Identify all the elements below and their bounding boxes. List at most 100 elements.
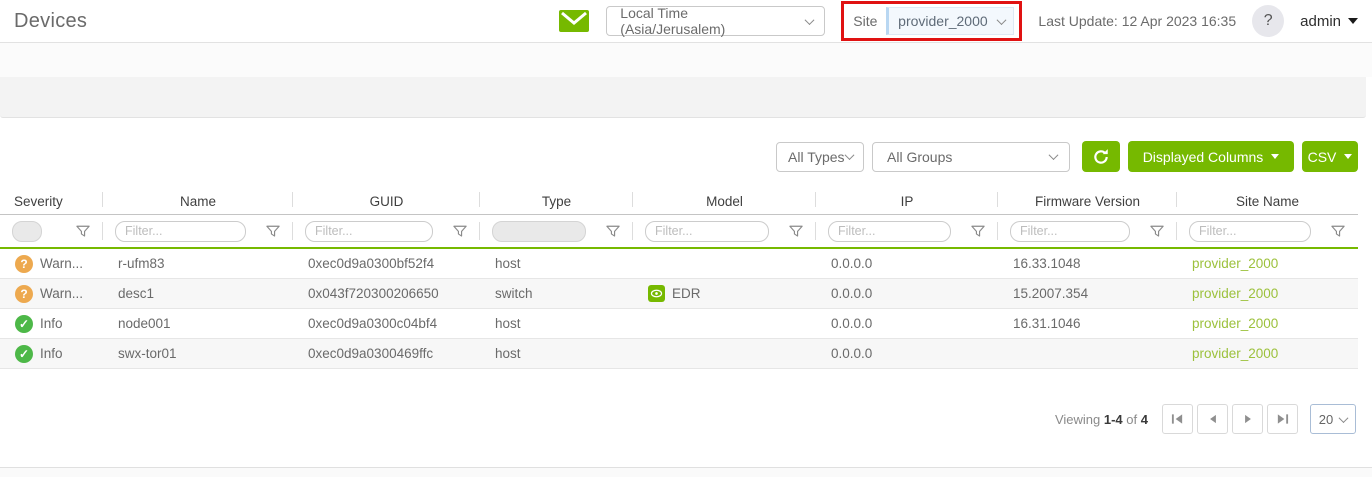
table-row[interactable]: ✓ Info swx-tor01 0xec0d9a0300469ffc host…	[0, 339, 1358, 369]
table-row[interactable]: ✓ Info node001 0xec0d9a0300c04bf4 host 0…	[0, 309, 1358, 339]
severity-icon: ✓	[15, 315, 33, 333]
displayed-columns-label: Displayed Columns	[1143, 149, 1264, 165]
viewing-prefix: Viewing	[1055, 412, 1100, 427]
filter-cell-ip	[816, 215, 998, 247]
cell-site-name[interactable]: provider_2000	[1177, 346, 1358, 361]
ip-filter-input[interactable]	[828, 221, 951, 242]
chevron-down-icon	[1049, 150, 1059, 160]
filter-cell-site	[1177, 215, 1358, 247]
types-filter-select[interactable]: All Types	[776, 142, 864, 172]
user-menu[interactable]: admin	[1300, 13, 1358, 30]
page-background-strip	[0, 43, 1372, 77]
timezone-select-value: Local Time (Asia/Jerusalem)	[620, 5, 794, 37]
cell-severity: ? Warn...	[0, 285, 103, 303]
prev-page-button[interactable]	[1197, 404, 1228, 434]
cell-site-name[interactable]: provider_2000	[1177, 256, 1358, 271]
site-highlight-box: Site provider_2000	[841, 1, 1022, 41]
last-update-text: Last Update: 12 Apr 2023 16:35	[1038, 13, 1236, 29]
chevron-down-icon	[805, 15, 815, 25]
next-page-button[interactable]	[1232, 404, 1263, 434]
filter-cell-firmware	[998, 215, 1177, 247]
prev-page-icon	[1208, 413, 1218, 425]
column-header-guid[interactable]: GUID	[293, 189, 480, 214]
cell-guid: 0xec0d9a0300469ffc	[293, 346, 480, 361]
cell-name: node001	[103, 316, 293, 331]
table-row[interactable]: ? Warn... r-ufm83 0xec0d9a0300bf52f4 hos…	[0, 249, 1358, 279]
cell-severity: ✓ Info	[0, 315, 103, 333]
viewing-range: 1-4	[1104, 412, 1123, 427]
filter-funnel-icon[interactable]	[266, 225, 280, 238]
column-header-model[interactable]: Model	[633, 189, 816, 214]
types-filter-value: All Types	[788, 149, 845, 165]
cell-guid: 0xec0d9a0300c04bf4	[293, 316, 480, 331]
filter-cell-name	[103, 215, 293, 247]
mail-button[interactable]	[558, 8, 590, 34]
user-name: admin	[1300, 13, 1341, 30]
filter-funnel-icon[interactable]	[76, 225, 90, 238]
filter-funnel-icon[interactable]	[971, 225, 985, 238]
table-body: ? Warn... r-ufm83 0xec0d9a0300bf52f4 hos…	[0, 247, 1358, 369]
cell-name: swx-tor01	[103, 346, 293, 361]
site-select[interactable]: provider_2000	[886, 7, 1014, 35]
cell-severity: ✓ Info	[0, 345, 103, 363]
filter-cell-type	[480, 215, 633, 247]
model-filter-input[interactable]	[645, 221, 769, 242]
last-page-button[interactable]	[1267, 404, 1298, 434]
refresh-button[interactable]	[1082, 141, 1120, 172]
cell-type: switch	[480, 286, 633, 301]
cell-type: host	[480, 316, 633, 331]
column-header-name[interactable]: Name	[103, 189, 293, 214]
caret-down-icon	[1344, 154, 1352, 159]
header-controls: Local Time (Asia/Jerusalem) Site provide…	[558, 1, 1358, 41]
filter-funnel-icon[interactable]	[606, 225, 620, 238]
help-button[interactable]: ?	[1252, 5, 1284, 37]
groups-filter-select[interactable]: All Groups	[872, 142, 1070, 172]
first-page-icon	[1171, 413, 1184, 425]
filter-funnel-icon[interactable]	[789, 225, 803, 238]
column-header-severity[interactable]: Severity	[0, 189, 103, 214]
cell-type: host	[480, 256, 633, 271]
column-header-type[interactable]: Type	[480, 189, 633, 214]
displayed-columns-button[interactable]: Displayed Columns	[1128, 141, 1294, 172]
viewing-total: 4	[1141, 412, 1148, 427]
viewing-of: of	[1126, 412, 1137, 427]
next-page-icon	[1243, 413, 1253, 425]
severity-icon: ?	[15, 255, 33, 273]
site-filter-input[interactable]	[1189, 221, 1311, 242]
cell-site-name[interactable]: provider_2000	[1177, 286, 1358, 301]
firmware-filter-input[interactable]	[1010, 221, 1130, 242]
chevron-down-icon	[996, 15, 1006, 25]
collapsed-filter-panel	[0, 77, 1366, 118]
cell-model: EDR	[633, 285, 816, 302]
cell-firmware: 16.33.1048	[998, 256, 1177, 271]
filter-funnel-icon[interactable]	[453, 225, 467, 238]
last-page-icon	[1276, 413, 1289, 425]
first-page-button[interactable]	[1162, 404, 1193, 434]
devices-table: Severity Name GUID Type Model IP Firmwar…	[0, 189, 1358, 369]
cell-ip: 0.0.0.0	[816, 286, 998, 301]
filter-funnel-icon[interactable]	[1150, 225, 1164, 238]
table-row[interactable]: ? Warn... desc1 0x043f720300206650 switc…	[0, 279, 1358, 309]
filter-cell-guid	[293, 215, 480, 247]
severity-text: Warn...	[40, 286, 83, 301]
timezone-select[interactable]: Local Time (Asia/Jerusalem)	[606, 6, 825, 36]
groups-filter-value: All Groups	[887, 149, 952, 165]
mail-icon	[559, 10, 589, 32]
csv-export-button[interactable]: CSV	[1302, 141, 1358, 172]
caret-down-icon	[1348, 18, 1358, 24]
cell-guid: 0xec0d9a0300bf52f4	[293, 256, 480, 271]
cell-site-name[interactable]: provider_2000	[1177, 316, 1358, 331]
table-toolbar: All Types All Groups Displayed Columns C…	[0, 141, 1358, 172]
column-header-firmware[interactable]: Firmware Version	[998, 189, 1177, 214]
page-size-select[interactable]: 20	[1310, 404, 1356, 434]
severity-text: Info	[40, 316, 63, 331]
column-header-ip[interactable]: IP	[816, 189, 998, 214]
column-header-site[interactable]: Site Name	[1177, 189, 1358, 214]
site-select-value: provider_2000	[898, 13, 988, 29]
filter-funnel-icon[interactable]	[1331, 225, 1345, 238]
cell-type: host	[480, 346, 633, 361]
help-icon: ?	[1264, 12, 1273, 30]
guid-filter-input[interactable]	[305, 221, 433, 242]
name-filter-input[interactable]	[115, 221, 246, 242]
chevron-down-icon	[1339, 413, 1349, 423]
